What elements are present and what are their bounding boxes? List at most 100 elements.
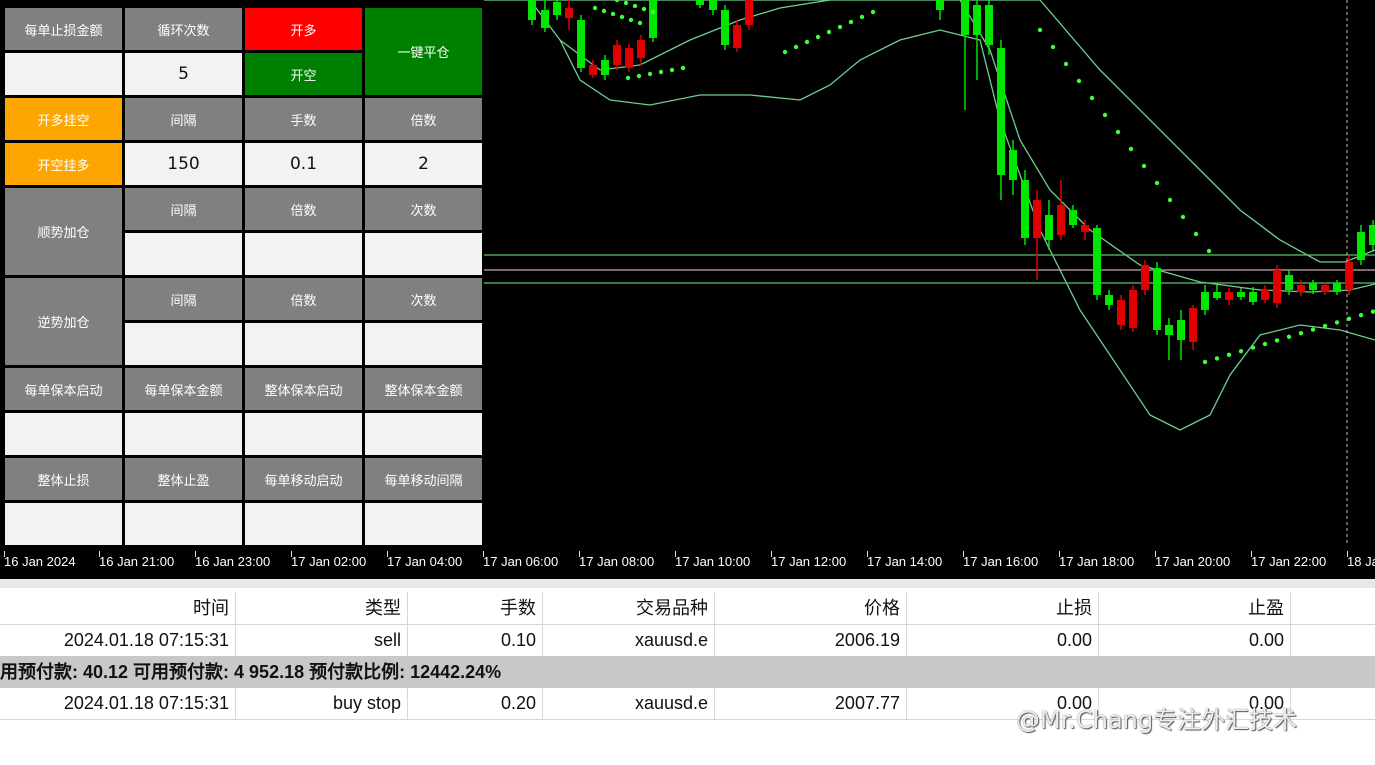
overall-stop-loss-label: 整体止损 <box>5 458 122 500</box>
candle-body <box>1309 283 1317 290</box>
candle-body <box>721 10 729 45</box>
open-long-pending-short-button[interactable]: 开多挂空 <box>5 98 122 140</box>
overall-breakeven-trigger-input[interactable] <box>245 413 362 455</box>
counter-interval-input[interactable] <box>125 323 242 365</box>
column-header-type[interactable]: 类型 <box>236 592 408 624</box>
candle-body <box>1201 292 1209 310</box>
overall-stop-loss-input[interactable] <box>5 503 122 545</box>
candle-body <box>1021 180 1029 238</box>
candle-body <box>577 20 585 68</box>
axis-label: 18 Jan <box>1347 554 1375 569</box>
sar-dot <box>1262 341 1268 347</box>
sar-dot <box>848 19 854 25</box>
column-header-symbol[interactable]: 交易品种 <box>543 592 715 624</box>
breakeven-trigger-input[interactable] <box>5 413 122 455</box>
multiplier-input[interactable]: 2 <box>365 143 482 185</box>
candle-body <box>745 0 753 25</box>
open-short-button[interactable]: 开空 <box>245 53 362 95</box>
candle-body <box>997 48 1005 175</box>
candle-body <box>1105 295 1113 305</box>
loop-count-input[interactable]: 5 <box>125 53 242 95</box>
trend-count-label: 次数 <box>365 188 482 230</box>
sar-dot <box>804 39 810 45</box>
candle-body <box>649 0 657 38</box>
sar-dot <box>650 9 656 15</box>
candle-body <box>1333 283 1341 292</box>
sar-dot <box>1334 320 1340 325</box>
sar-dot <box>1250 345 1256 350</box>
candle-body <box>1129 290 1137 328</box>
counter-count-input[interactable] <box>365 323 482 365</box>
sar-dot <box>1089 95 1095 101</box>
open-short-pending-long-button[interactable]: 开空挂多 <box>5 143 122 185</box>
trend-multiplier-label: 倍数 <box>245 188 362 230</box>
candle-body <box>1093 228 1101 295</box>
sar-dot <box>870 9 876 15</box>
sar-dot <box>601 8 607 14</box>
trend-multiplier-input[interactable] <box>245 233 362 275</box>
trailing-trigger-input[interactable] <box>245 503 362 545</box>
candle-body <box>1081 225 1089 232</box>
cell-lots: 0.10 <box>408 624 543 656</box>
candle-body <box>1237 292 1245 297</box>
cell-price: 2006.19 <box>715 624 907 656</box>
candle-body <box>1057 205 1065 235</box>
close-all-button[interactable]: 一键平仓 <box>365 8 482 95</box>
axis-label: 17 Jan 16:00 <box>963 554 1039 569</box>
sar-dot <box>1370 309 1375 314</box>
breakeven-amount-label: 每单保本金额 <box>125 368 242 410</box>
candle-body <box>1009 150 1017 180</box>
trend-interval-input[interactable] <box>125 233 242 275</box>
sar-dot <box>637 20 643 26</box>
axis-label: 17 Jan 06:00 <box>483 554 559 569</box>
interval-input[interactable]: 150 <box>125 143 242 185</box>
cell-type: buy stop <box>236 687 408 719</box>
column-header-time[interactable]: 时间 <box>0 592 236 624</box>
lots-input[interactable]: 0.1 <box>245 143 362 185</box>
column-header-stop-loss[interactable]: 止损 <box>907 592 1099 624</box>
axis-label: 16 Jan 21:00 <box>99 554 175 569</box>
sar-dot <box>614 0 620 3</box>
candlesticks <box>528 0 1375 360</box>
counter-multiplier-input[interactable] <box>245 323 362 365</box>
sar-dot <box>636 73 642 79</box>
panel-divider[interactable] <box>0 579 1375 588</box>
candle-body <box>528 0 536 20</box>
candle-body <box>565 8 573 18</box>
column-header-price[interactable]: 价格 <box>715 592 907 624</box>
table-header-row: 时间 类型 手数 交易品种 价格 止损 止盈 <box>0 592 1375 625</box>
sar-dot <box>837 24 843 30</box>
candle-body <box>1033 200 1041 238</box>
overall-take-profit-label: 整体止盈 <box>125 458 242 500</box>
column-header-take-profit[interactable]: 止盈 <box>1099 592 1291 624</box>
candle-body <box>1213 292 1221 298</box>
trailing-interval-label: 每单移动间隔 <box>365 458 482 500</box>
sar-dot <box>1141 163 1147 169</box>
candle-body <box>1297 285 1305 292</box>
overall-breakeven-trigger-label: 整体保本启动 <box>245 368 362 410</box>
table-row[interactable]: 2024.01.18 07:15:31 sell 0.10 xauusd.e 2… <box>0 624 1375 657</box>
trend-count-input[interactable] <box>365 233 482 275</box>
open-long-button[interactable]: 开多 <box>245 8 362 50</box>
multiplier-label: 倍数 <box>365 98 482 140</box>
overall-take-profit-input[interactable] <box>125 503 242 545</box>
sar-dot <box>1310 327 1316 332</box>
axis-label: 17 Jan 22:00 <box>1251 554 1327 569</box>
candle-body <box>637 40 645 58</box>
bollinger-middle-band <box>529 0 1375 293</box>
overall-breakeven-amount-input[interactable] <box>365 413 482 455</box>
column-header-lots[interactable]: 手数 <box>408 592 543 624</box>
sar-dot <box>1202 359 1208 365</box>
candle-body <box>1153 268 1161 330</box>
axis-label: 17 Jan 04:00 <box>387 554 463 569</box>
breakeven-amount-input[interactable] <box>125 413 242 455</box>
trailing-trigger-label: 每单移动启动 <box>245 458 362 500</box>
candle-body <box>1165 325 1173 335</box>
sar-dot <box>628 17 634 23</box>
candle-body <box>601 60 609 75</box>
sar-dot <box>641 6 647 12</box>
stop-loss-amount-input[interactable] <box>5 53 122 95</box>
sar-dot <box>1322 323 1328 329</box>
candle-body <box>553 2 561 15</box>
trailing-interval-input[interactable] <box>365 503 482 545</box>
